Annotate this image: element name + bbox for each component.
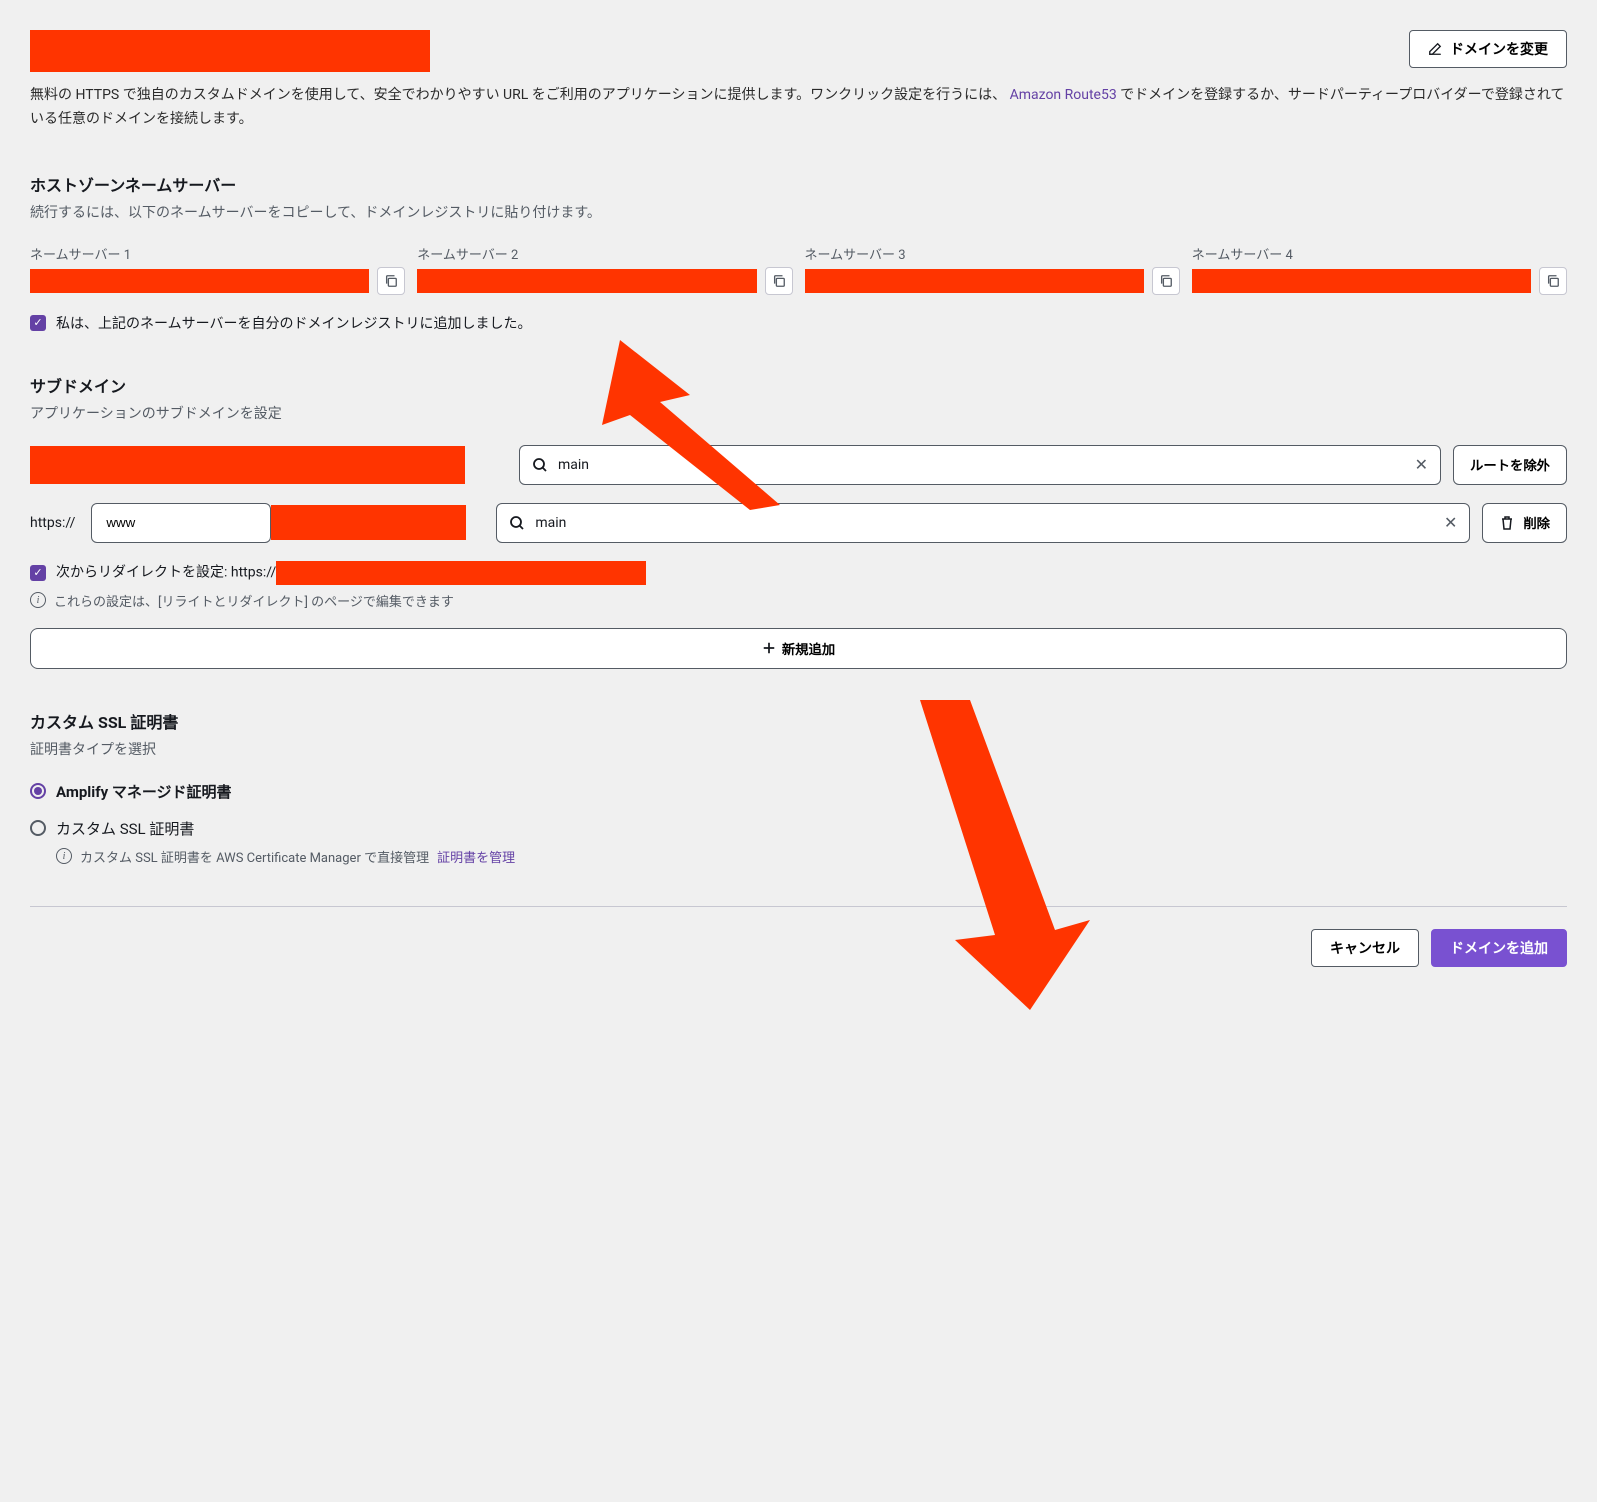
copy-icon <box>384 274 398 288</box>
ssl-title: カスタム SSL 証明書 <box>30 709 1567 733</box>
redirect-info-text: これらの設定は、[リライトとリダイレクト] のページで編集できます <box>54 591 454 610</box>
copy-ns-2-button[interactable] <box>765 267 793 295</box>
ns-label-4: ネームサーバー 4 <box>1192 244 1567 263</box>
nameservers-section: ホストゾーンネームサーバー 続行するには、以下のネームサーバーをコピーして、ドメ… <box>30 172 1567 333</box>
copy-icon <box>1159 274 1173 288</box>
clear-icon[interactable]: ✕ <box>1444 513 1457 532</box>
copy-ns-3-button[interactable] <box>1152 267 1180 295</box>
radio-unselected <box>30 820 46 836</box>
ssl-option-managed[interactable]: Amplify マネージド証明書 <box>30 781 1567 802</box>
search-icon <box>532 457 548 473</box>
clear-icon[interactable]: ✕ <box>1415 455 1428 474</box>
plus-icon <box>762 641 776 655</box>
redirect-label: 次からリダイレクトを設定: https:// <box>56 561 646 585</box>
subdomain-desc: アプリケーションのサブドメインを設定 <box>30 403 1567 423</box>
edit-icon <box>1428 42 1442 56</box>
add-new-button[interactable]: 新規追加 <box>30 628 1567 669</box>
root-domain-redacted <box>30 446 465 484</box>
copy-icon <box>772 274 786 288</box>
info-icon: i <box>30 592 46 608</box>
branch-1-value: main <box>558 457 1415 473</box>
copy-ns-4-button[interactable] <box>1539 267 1567 295</box>
add-domain-button[interactable]: ドメインを追加 <box>1431 929 1567 967</box>
change-domain-label: ドメインを変更 <box>1450 39 1548 59</box>
ssl-desc: 証明書タイプを選択 <box>30 739 1567 759</box>
radio-selected <box>30 783 46 799</box>
subdomain-title: サブドメイン <box>30 373 1567 397</box>
ns-value-4-redacted <box>1192 269 1531 293</box>
cert-info-text: カスタム SSL 証明書を AWS Certificate Manager で直… <box>80 847 429 866</box>
https-prefix: https:// <box>30 515 79 531</box>
change-domain-button[interactable]: ドメインを変更 <box>1409 30 1567 68</box>
ssl-option-2-label: カスタム SSL 証明書 <box>56 818 194 839</box>
delete-subdomain-button[interactable]: 削除 <box>1482 503 1567 543</box>
search-icon <box>509 515 525 531</box>
redirect-url-redacted <box>276 561 646 585</box>
ns-value-3-redacted <box>805 269 1144 293</box>
ssl-option-1-label: Amplify マネージド証明書 <box>56 781 232 802</box>
confirm-ns-checkbox[interactable]: ✓ <box>30 315 46 331</box>
confirm-ns-label: 私は、上記のネームサーバーを自分のドメインレジストリに追加しました。 <box>56 313 531 333</box>
copy-icon <box>1546 274 1560 288</box>
redirect-checkbox[interactable]: ✓ <box>30 565 46 581</box>
trash-icon <box>1499 515 1515 531</box>
branch-select-2[interactable]: main ✕ <box>496 503 1470 543</box>
ns-label-2: ネームサーバー 2 <box>417 244 792 263</box>
domain-suffix-redacted <box>271 505 466 540</box>
ns-label-1: ネームサーバー 1 <box>30 244 405 263</box>
exclude-route-button[interactable]: ルートを除外 <box>1453 445 1567 485</box>
ssl-option-custom[interactable]: カスタム SSL 証明書 <box>30 818 1567 839</box>
ns-value-2-redacted <box>417 269 756 293</box>
route53-link[interactable]: Amazon Route53 <box>1010 87 1117 103</box>
branch-2-value: main <box>535 515 1444 531</box>
page-title-redacted <box>30 30 430 72</box>
footer-actions: キャンセル ドメインを追加 <box>30 906 1567 967</box>
nameservers-desc: 続行するには、以下のネームサーバーをコピーして、ドメインレジストリに貼り付けます… <box>30 202 1567 222</box>
subdomain-section: サブドメイン アプリケーションのサブドメインを設定 main ✕ ルートを除外 … <box>30 373 1567 669</box>
subdomain-input[interactable] <box>91 503 271 543</box>
page-description: 無料の HTTPS で独自のカスタムドメインを使用して、安全でわかりやすい UR… <box>30 84 1567 132</box>
copy-ns-1-button[interactable] <box>377 267 405 295</box>
branch-select-1[interactable]: main ✕ <box>519 445 1441 485</box>
ns-label-3: ネームサーバー 3 <box>805 244 1180 263</box>
cancel-button[interactable]: キャンセル <box>1311 929 1419 967</box>
ssl-section: カスタム SSL 証明書 証明書タイプを選択 Amplify マネージド証明書 … <box>30 709 1567 866</box>
info-icon: i <box>56 848 72 864</box>
ns-value-1-redacted <box>30 269 369 293</box>
manage-cert-link[interactable]: 証明書を管理 <box>437 847 515 866</box>
nameservers-title: ホストゾーンネームサーバー <box>30 172 1567 196</box>
